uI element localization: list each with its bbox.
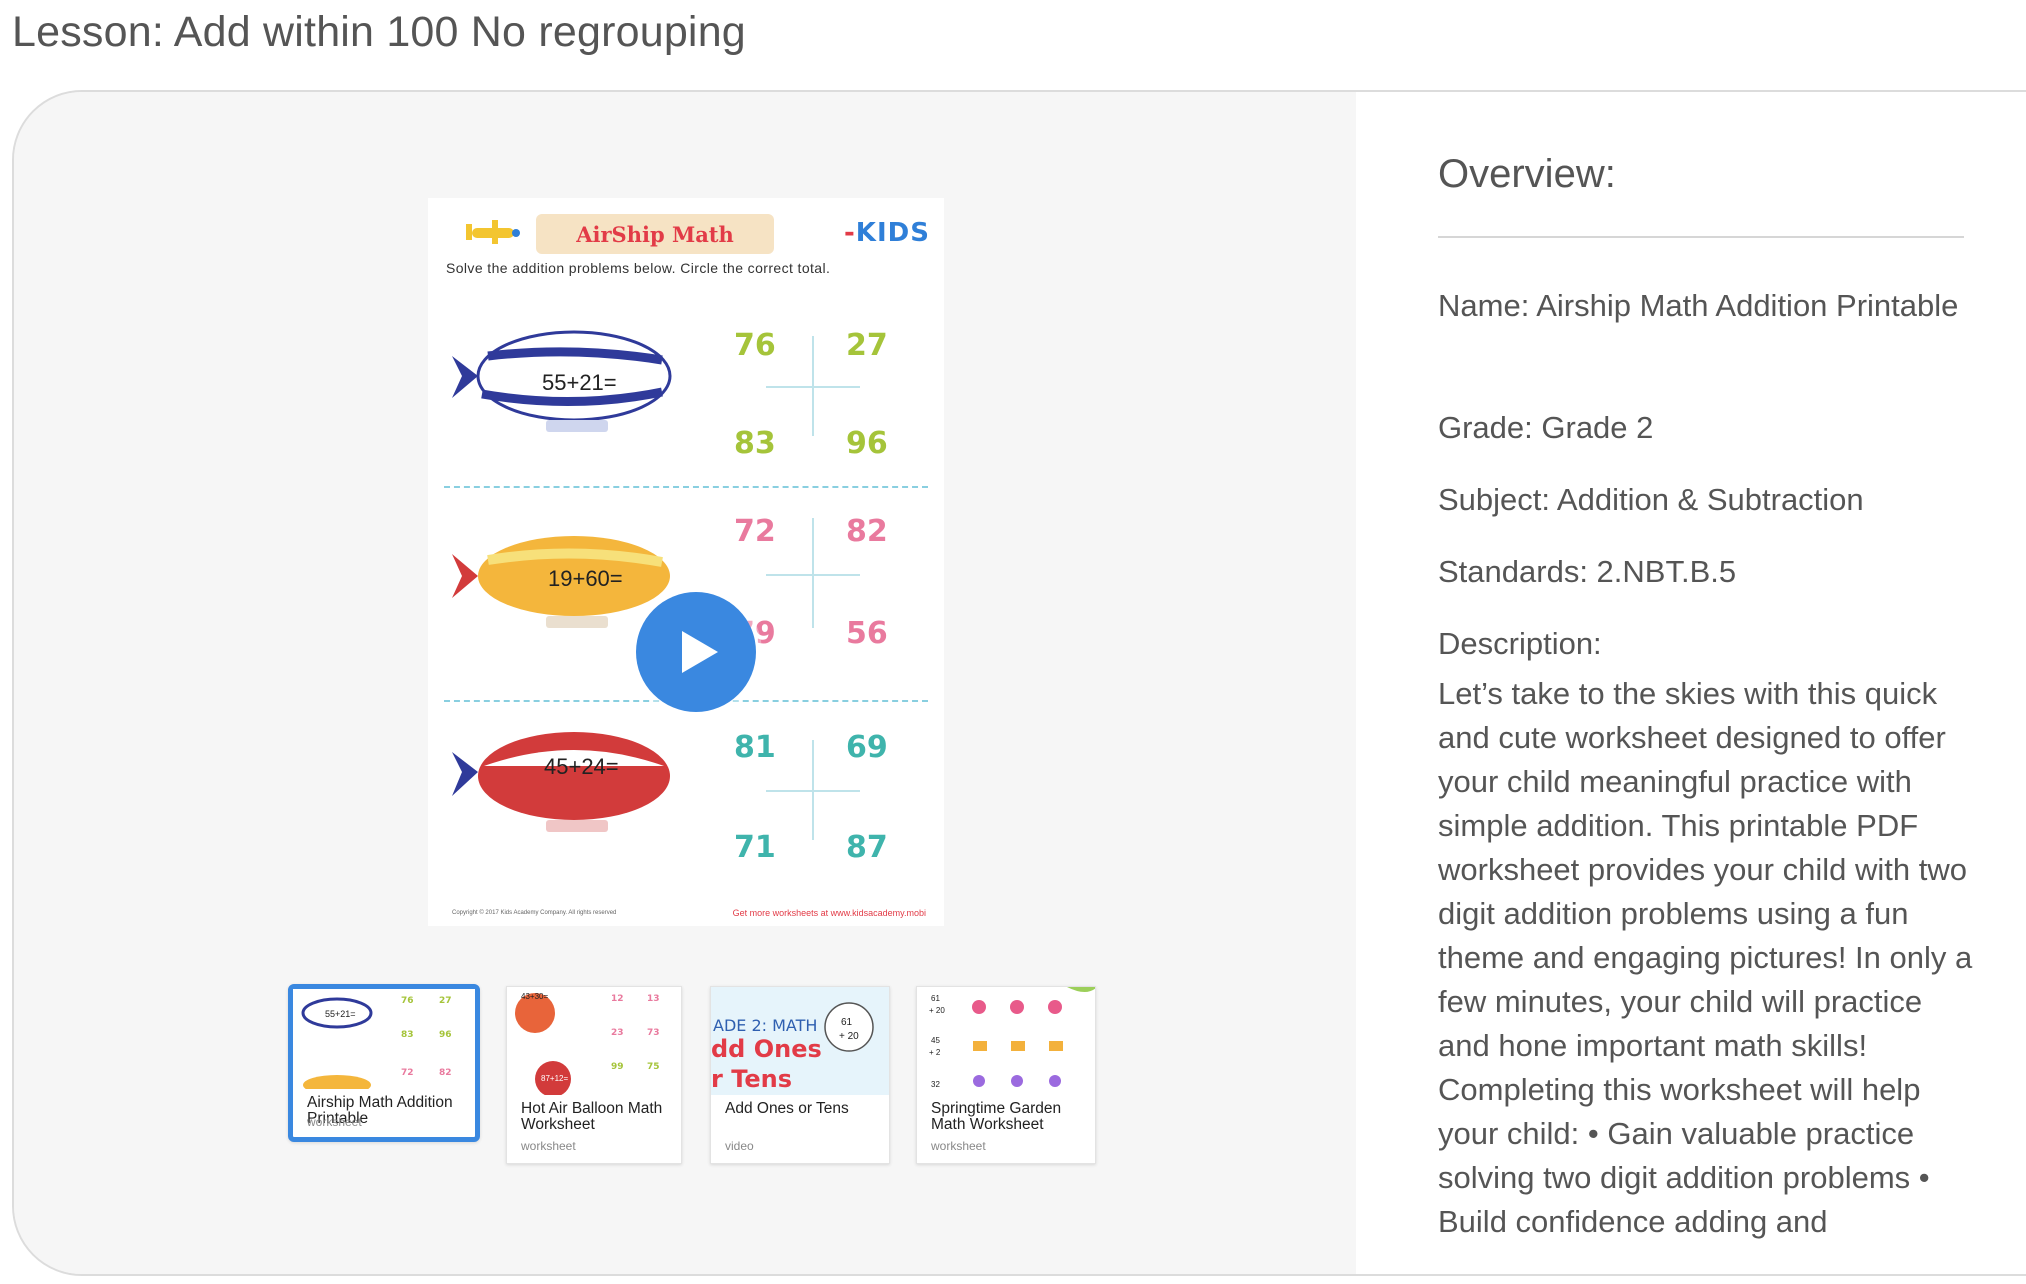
thumbnail-hot-air-balloon[interactable]: 43+30= 12 13 23 73 87+12= 99 75 Hot Air … [506, 986, 682, 1164]
svg-text:76: 76 [401, 996, 414, 1006]
thumbnail-title: Hot Air Balloon Math Worksheet [521, 1100, 663, 1133]
svg-text:99: 99 [611, 1062, 624, 1072]
svg-text:13: 13 [647, 994, 660, 1004]
svg-text:43+30=: 43+30= [521, 992, 548, 1001]
svg-text:45: 45 [931, 1036, 940, 1045]
answer-choice: 71 [734, 830, 776, 865]
thumbnail-airship-math[interactable]: 55+21= 76 27 83 96 72 82 Airship Math Ad… [288, 984, 480, 1142]
thumbnail-image: 43+30= 12 13 23 73 87+12= 99 75 [507, 987, 681, 1095]
answer-choice: 96 [846, 426, 888, 461]
answer-choice: 87 [846, 830, 888, 865]
answer-choice: 56 [846, 616, 888, 651]
svg-text:ADE 2: MATH: ADE 2: MATH [713, 1016, 817, 1035]
worksheet-banner: AirShip Math [536, 214, 774, 254]
svg-text:55+21=: 55+21= [325, 1009, 356, 1019]
worksheet-title: AirShip Math [576, 221, 734, 247]
answer-choice: 76 [734, 328, 776, 363]
svg-text:dd Ones: dd Ones [711, 1035, 822, 1063]
svg-text:+ 20: + 20 [839, 1031, 859, 1042]
play-button[interactable] [636, 592, 756, 712]
thumbnail-type: video [725, 1139, 754, 1153]
kids-academy-logo: -KIDS [844, 218, 930, 248]
problem-equation: 45+24= [544, 754, 619, 779]
thumbnail-springtime-garden[interactable]: 61 + 20 45 + 2 32 Springtime Garden Math… [916, 986, 1096, 1164]
answer-choice: 82 [846, 514, 888, 549]
svg-text:72: 72 [401, 1068, 414, 1078]
lesson-title: Lesson: Add within 100 No regrouping [12, 8, 746, 56]
worksheet-name: Name: Airship Math Addition Printable [1438, 288, 1959, 323]
worksheet-copyright: Copyright © 2017 Kids Academy Company. A… [452, 910, 617, 916]
problem-row: 55+21= 76 27 83 96 [428, 288, 944, 484]
svg-text:61: 61 [931, 994, 940, 1003]
overview-heading: Overview: [1438, 152, 1616, 196]
svg-text:23: 23 [611, 1028, 624, 1038]
thumbnail-image: ADE 2: MATH dd Ones r Tens 61 + 20 [711, 987, 889, 1095]
problem-row: 45+24= 81 69 71 87 [428, 706, 944, 902]
description-label: Description: [1438, 626, 1602, 661]
svg-text:82: 82 [439, 1068, 452, 1078]
svg-text:32: 32 [931, 1080, 940, 1089]
answer-choice: 81 [734, 730, 776, 765]
svg-text:73: 73 [647, 1028, 660, 1038]
svg-text:27: 27 [439, 996, 452, 1006]
answer-choice: 83 [734, 426, 776, 461]
svg-text:+ 2: + 2 [929, 1048, 941, 1057]
svg-text:+ 20: + 20 [929, 1006, 945, 1015]
answer-choice: 72 [734, 514, 776, 549]
airship-illustration [452, 732, 670, 832]
plane-illustration [466, 220, 520, 244]
svg-text:12: 12 [611, 994, 624, 1004]
worksheet-subject: Subject: Addition & Subtraction [1438, 482, 1864, 517]
problem-equation: 19+60= [548, 566, 623, 591]
svg-text:83: 83 [401, 1030, 414, 1040]
thumbnail-type: worksheet [521, 1139, 576, 1153]
thumbnail-image: 55+21= 76 27 83 96 72 82 [293, 989, 475, 1089]
problem-equation: 55+21= [542, 370, 617, 395]
svg-text:75: 75 [647, 1062, 660, 1072]
answer-choice: 27 [846, 328, 888, 363]
worksheet-standards: Standards: 2.NBT.B.5 [1438, 554, 1737, 589]
thumbnail-type: worksheet [931, 1139, 986, 1153]
preview-pane: AirShip Math -KIDS Solve the addition pr… [14, 92, 1356, 1274]
thumbnail-title: Add Ones or Tens [725, 1100, 849, 1117]
dashed-divider [444, 486, 928, 488]
thumbnail-add-ones-or-tens[interactable]: ADE 2: MATH dd Ones r Tens 61 + 20 Add O… [710, 986, 890, 1164]
svg-text:96: 96 [439, 1030, 452, 1040]
answer-choice: 69 [846, 730, 888, 765]
thumbnail-image: 61 + 20 45 + 2 32 [917, 987, 1095, 1095]
worksheet-grade: Grade: Grade 2 [1438, 410, 1654, 445]
lesson-card: AirShip Math -KIDS Solve the addition pr… [12, 90, 2026, 1276]
thumbnail-type: worksheet [307, 1115, 362, 1129]
worksheet-description: Let’s take to the skies with this quick … [1438, 676, 1973, 1239]
svg-text:r Tens: r Tens [711, 1065, 792, 1093]
svg-text:61: 61 [841, 1017, 853, 1028]
svg-text:87+12=: 87+12= [541, 1074, 568, 1083]
overview-panel: Overview: Name: Airship Math Addition Pr… [1356, 92, 2026, 1274]
worksheet-footer-link: Get more worksheets at www.kidsacademy.m… [732, 908, 926, 918]
worksheet-preview[interactable]: AirShip Math -KIDS Solve the addition pr… [428, 198, 944, 926]
worksheet-instructions: Solve the addition problems below. Circl… [446, 260, 831, 276]
play-icon [682, 631, 718, 673]
thumbnail-title: Springtime Garden Math Worksheet [931, 1100, 1062, 1133]
overview-divider [1438, 236, 1964, 238]
